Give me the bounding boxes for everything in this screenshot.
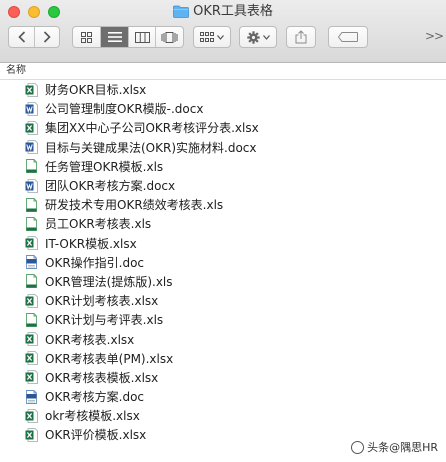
file-row[interactable]: OKR管理法(提炼版).xls bbox=[0, 272, 446, 291]
file-name: OKR计划与考评表.xls bbox=[45, 313, 164, 328]
excel-file-icon bbox=[25, 428, 38, 442]
document-file-icon bbox=[26, 255, 37, 270]
file-row[interactable]: OKR操作指引.doc bbox=[0, 253, 446, 272]
finder-window: OKR工具表格 >> 名称 财务OKR目标.xlsx 公司管理制度OKR模版-.… bbox=[0, 0, 446, 462]
file-name: OKR考核表单(PM).xlsx bbox=[45, 351, 174, 366]
word-file-icon bbox=[25, 178, 38, 193]
file-name: IT-OKR模板.xlsx bbox=[45, 236, 137, 251]
tag-icon bbox=[338, 32, 358, 42]
spreadsheet-file-icon bbox=[26, 197, 37, 212]
title-bar: OKR工具表格 >> bbox=[0, 0, 446, 63]
column-header-name[interactable]: 名称 bbox=[0, 63, 446, 80]
word-file-icon bbox=[25, 101, 38, 116]
excel-file-icon bbox=[25, 293, 38, 308]
file-row[interactable]: 财务OKR目标.xlsx bbox=[0, 80, 446, 99]
nav-back-forward bbox=[8, 26, 60, 48]
excel-file-icon bbox=[25, 236, 38, 250]
file-row[interactable]: 员工OKR考核表.xls bbox=[0, 214, 446, 233]
toolbar: >> bbox=[0, 26, 446, 56]
file-name: 目标与关键成果法(OKR)实施材料.docx bbox=[45, 140, 257, 155]
cover-flow-icon bbox=[161, 31, 178, 43]
document-file-icon bbox=[26, 389, 37, 404]
grid-icon bbox=[81, 31, 93, 43]
file-row[interactable]: 团队OKR考核方案.docx bbox=[0, 176, 446, 195]
excel-file-icon bbox=[25, 351, 38, 366]
window-title: OKR工具表格 bbox=[0, 3, 446, 21]
spreadsheet-file-icon bbox=[26, 312, 37, 327]
file-name: 员工OKR考核表.xls bbox=[45, 217, 152, 232]
watermark: 头条@隅思HR bbox=[351, 439, 438, 455]
cover-flow-view-button[interactable] bbox=[155, 27, 183, 47]
share-icon bbox=[295, 30, 307, 44]
tag-button[interactable] bbox=[328, 26, 368, 48]
spreadsheet-file-icon bbox=[26, 216, 37, 231]
gear-icon bbox=[246, 30, 260, 44]
file-name: 公司管理制度OKR模版-.docx bbox=[45, 102, 204, 117]
chevron-down-icon bbox=[217, 34, 224, 40]
file-row[interactable]: OKR计划考核表.xlsx bbox=[0, 291, 446, 310]
file-name: OKR考核方案.doc bbox=[45, 390, 145, 405]
arrange-button[interactable] bbox=[193, 26, 231, 48]
list-view-button[interactable] bbox=[100, 27, 128, 47]
spreadsheet-file-icon bbox=[26, 274, 37, 289]
file-row[interactable]: 公司管理制度OKR模版-.docx bbox=[0, 99, 446, 118]
chevron-left-icon bbox=[18, 31, 25, 43]
file-name: OKR管理法(提炼版).xls bbox=[45, 274, 173, 289]
action-button[interactable] bbox=[239, 26, 277, 48]
file-row[interactable]: 研发技术专用OKR绩效考核表.xls bbox=[0, 195, 446, 214]
forward-button[interactable] bbox=[34, 27, 59, 47]
chevron-down-icon bbox=[262, 34, 270, 40]
excel-file-icon bbox=[25, 332, 38, 346]
file-row[interactable]: OKR考核表模板.xlsx bbox=[0, 368, 446, 387]
toolbar-overflow-icon[interactable]: >> bbox=[425, 29, 444, 43]
file-row[interactable]: 集团XX中心子公司OKR考核评分表.xlsx bbox=[0, 118, 446, 137]
file-name: OKR计划考核表.xlsx bbox=[45, 294, 159, 309]
list-icon bbox=[107, 32, 122, 42]
view-mode-selector bbox=[72, 26, 184, 48]
file-row[interactable]: 任务管理OKR模板.xls bbox=[0, 157, 446, 176]
excel-file-icon bbox=[25, 408, 38, 423]
file-name: OKR操作指引.doc bbox=[45, 255, 145, 270]
chevron-right-icon bbox=[44, 31, 51, 43]
folder-icon bbox=[173, 5, 189, 18]
share-button[interactable] bbox=[286, 26, 316, 48]
file-row[interactable]: OKR考核表单(PM).xlsx bbox=[0, 349, 446, 368]
window-title-text: OKR工具表格 bbox=[193, 4, 273, 19]
file-name: 财务OKR目标.xlsx bbox=[45, 83, 147, 98]
file-row[interactable]: OKR考核表.xlsx bbox=[0, 329, 446, 348]
word-file-icon bbox=[25, 140, 38, 155]
excel-file-icon bbox=[25, 82, 38, 97]
file-name: OKR考核表模板.xlsx bbox=[45, 370, 159, 385]
file-row[interactable]: okr考核模板.xlsx bbox=[0, 406, 446, 425]
column-view-button[interactable] bbox=[127, 27, 156, 47]
arrange-grid-icon bbox=[200, 32, 214, 42]
spreadsheet-file-icon bbox=[26, 159, 37, 174]
back-button[interactable] bbox=[9, 27, 34, 47]
file-name: 集团XX中心子公司OKR考核评分表.xlsx bbox=[45, 121, 259, 136]
file-row[interactable]: OKR考核方案.doc bbox=[0, 387, 446, 406]
watermark-logo-icon bbox=[351, 440, 365, 454]
icon-view-button[interactable] bbox=[73, 27, 100, 47]
file-row[interactable]: OKR计划与考评表.xls bbox=[0, 310, 446, 329]
column-header-label: 名称 bbox=[6, 65, 26, 76]
file-name: 团队OKR考核方案.docx bbox=[45, 179, 176, 194]
file-row[interactable]: 目标与关键成果法(OKR)实施材料.docx bbox=[0, 138, 446, 157]
file-row[interactable]: IT-OKR模板.xlsx bbox=[0, 234, 446, 253]
file-name: 任务管理OKR模板.xls bbox=[45, 159, 164, 174]
file-name: OKR考核表.xlsx bbox=[45, 332, 135, 347]
file-name: 研发技术专用OKR绩效考核表.xls bbox=[45, 198, 224, 213]
file-list: 财务OKR目标.xlsx 公司管理制度OKR模版-.docx 集团XX中心子公司OK… bbox=[0, 80, 446, 445]
excel-file-icon bbox=[25, 370, 38, 385]
columns-icon bbox=[134, 31, 150, 43]
watermark-text: 头条@隅思HR bbox=[367, 441, 438, 454]
file-name: OKR评价模板.xlsx bbox=[45, 428, 147, 443]
file-name: okr考核模板.xlsx bbox=[45, 409, 140, 424]
excel-file-icon bbox=[25, 121, 38, 135]
